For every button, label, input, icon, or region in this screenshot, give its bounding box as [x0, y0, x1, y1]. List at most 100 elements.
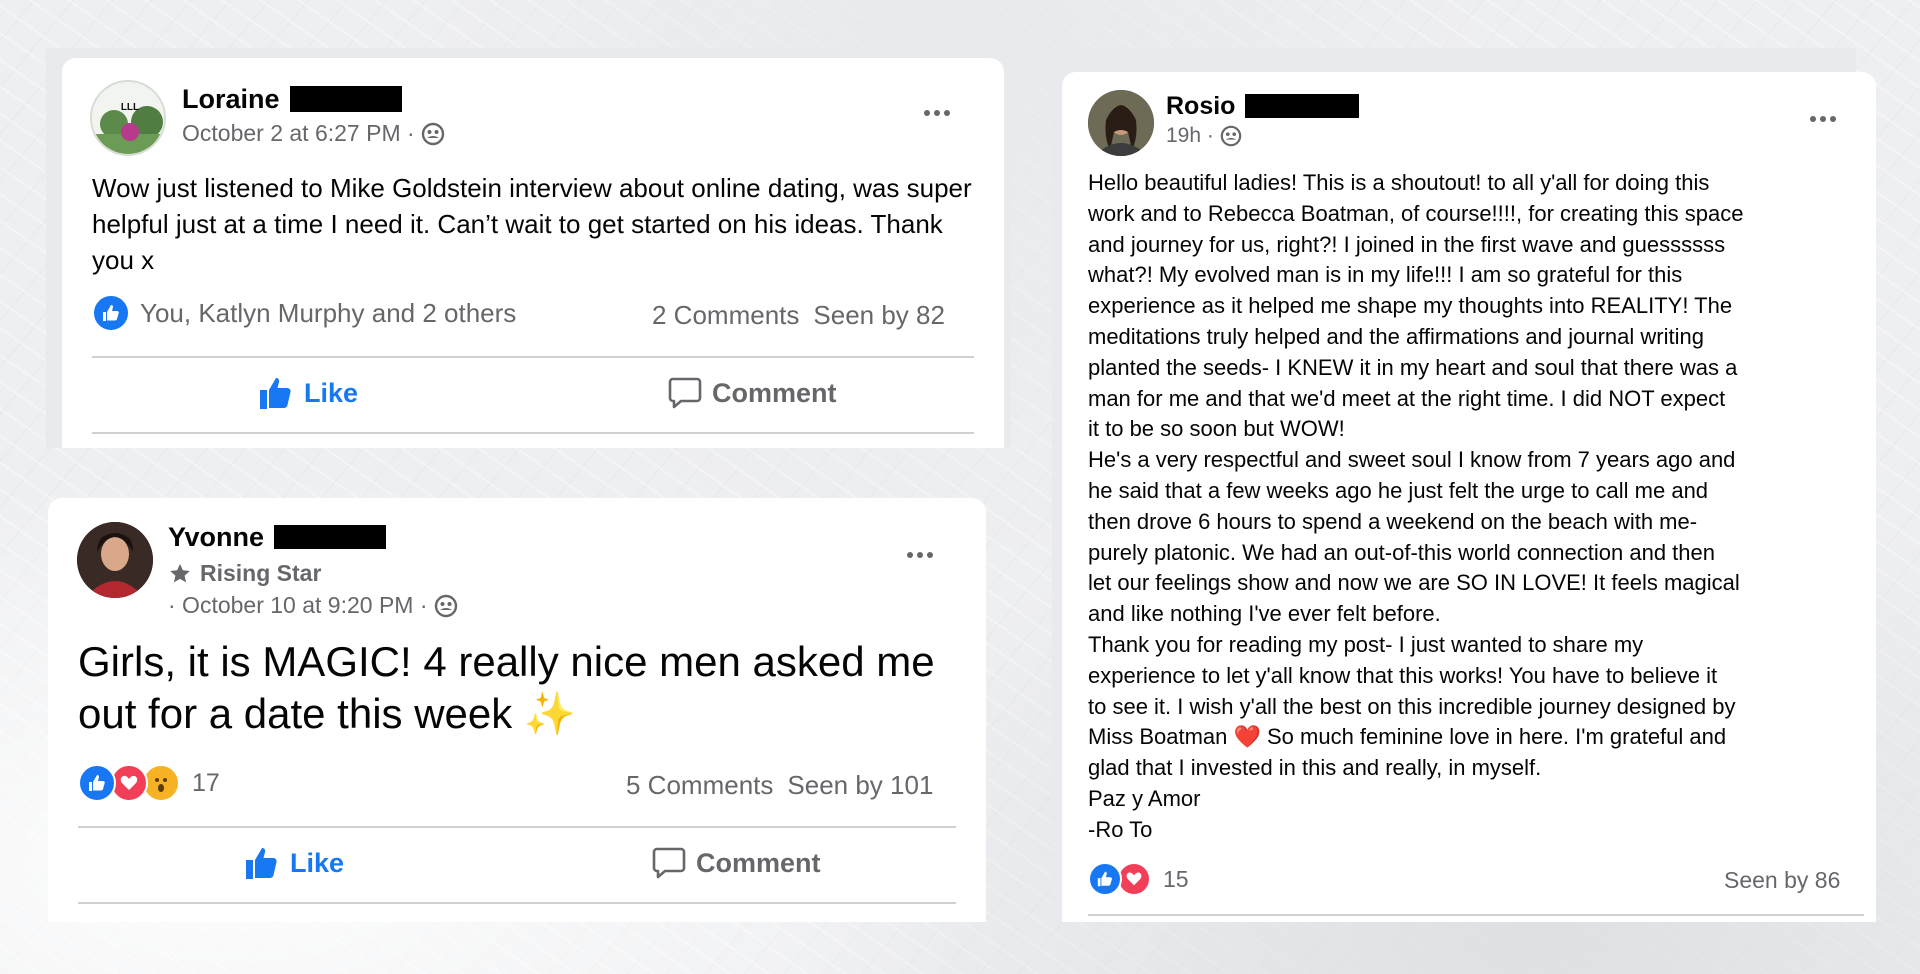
post-body-line: let our feelings show and now we are SO … — [1088, 570, 1740, 596]
post-body-line: -Ro To — [1088, 816, 1153, 842]
reaction-summary[interactable]: 15 — [1088, 862, 1189, 896]
post-card-rosio: Rosio 19h · Hello beautiful ladies! This… — [1062, 72, 1876, 922]
post-stats: 5 Comments Seen by 101 — [626, 770, 933, 801]
comment-count[interactable]: 5 Comments — [626, 770, 773, 801]
post-card-loraine: LLL Loraine October 2 at 6:27 PM · Wow j… — [62, 58, 1004, 448]
comment-bubble-icon — [652, 847, 686, 879]
post-body-line: purely platonic. We had an out-of-this w… — [1088, 539, 1715, 565]
post-body-line: experience as it helped me shape my thou… — [1088, 293, 1733, 319]
post-timestamp[interactable]: · October 10 at 9:20 PM · — [168, 592, 428, 619]
like-button[interactable]: Like — [244, 846, 344, 880]
dot — [907, 552, 913, 558]
reaction-summary[interactable]: You, Katlyn Murphy and 2 others — [92, 294, 516, 332]
post-meta: October 2 at 6:27 PM · — [182, 120, 445, 147]
post-body-line: and like nothing I've ever felt before. — [1088, 601, 1441, 627]
audience-group-icon — [434, 594, 457, 617]
comment-button[interactable]: Comment — [652, 846, 821, 880]
like-label: Like — [304, 377, 359, 408]
like-reaction-icon — [78, 764, 116, 802]
author-row: Loraine — [182, 82, 402, 116]
reaction-count: 15 — [1163, 865, 1189, 892]
redacted-surname — [1245, 94, 1360, 118]
post-body-line: he said that a few weeks ago he just fel… — [1088, 477, 1709, 503]
audience-group-icon — [421, 122, 444, 145]
badge-label: Rising Star — [200, 560, 322, 586]
post-meta: 19h · — [1166, 124, 1242, 148]
post-body-line: work and to Rebecca Boatman, of course!!… — [1088, 200, 1744, 226]
dot — [1820, 116, 1826, 122]
more-options-button[interactable] — [924, 110, 950, 116]
comment-count[interactable]: 2 Comments — [652, 300, 799, 331]
post-body-line: planted the seeds- I KNEW it in my heart… — [1088, 354, 1738, 380]
author-row: Yvonne — [168, 520, 387, 554]
comment-label: Comment — [712, 377, 837, 408]
redacted-surname — [289, 86, 402, 112]
post-body-line: Thank you for reading my post- I just wa… — [1088, 631, 1644, 657]
divider — [1088, 914, 1864, 916]
avatar-photo — [1088, 90, 1154, 156]
avatar-logo-image: LLL — [92, 82, 164, 154]
like-button[interactable]: Like — [258, 376, 358, 410]
author-name[interactable]: Rosio — [1166, 92, 1235, 121]
author-avatar[interactable] — [77, 522, 153, 598]
author-row: Rosio — [1166, 90, 1360, 122]
reaction-count: 17 — [192, 768, 220, 797]
avatar-text-top: LLL — [121, 102, 139, 113]
dot — [1810, 116, 1816, 122]
post-body-line: it to be so soon but WOW! — [1088, 416, 1345, 442]
love-reaction-icon — [1117, 862, 1151, 896]
like-label: Like — [290, 847, 345, 878]
seen-count[interactable]: Seen by 86 — [1724, 867, 1840, 894]
more-options-button[interactable] — [907, 552, 933, 558]
divider — [92, 356, 974, 358]
dot — [934, 110, 940, 116]
post-body-line: He's a very respectful and sweet soul I … — [1088, 447, 1736, 473]
divider — [92, 432, 974, 434]
post-body: Wow just listened to Mike Goldstein inte… — [92, 173, 972, 275]
post-timestamp[interactable]: October 2 at 6:27 PM · — [182, 120, 415, 147]
audience-group-icon — [1220, 125, 1242, 147]
author-name[interactable]: Loraine — [182, 84, 280, 115]
post-body-line: Paz y Amor — [1088, 785, 1201, 811]
reaction-names: You, Katlyn Murphy and 2 others — [140, 297, 517, 328]
post-meta: · October 10 at 9:20 PM · — [168, 592, 458, 619]
author-avatar[interactable] — [1088, 90, 1154, 156]
dot — [927, 552, 933, 558]
post-body-line: and journey for us, right?! I joined in … — [1088, 231, 1726, 257]
post-timestamp[interactable]: 19h · — [1166, 124, 1214, 148]
post-body-line: experience to let y'all know that this w… — [1088, 662, 1718, 688]
comment-label: Comment — [696, 847, 821, 878]
post-stats: Seen by 86 — [1724, 867, 1840, 894]
post-body-line: then drove 6 hours to spend a weekend on… — [1088, 508, 1698, 534]
seen-count[interactable]: Seen by 82 — [813, 300, 945, 331]
divider — [78, 826, 956, 828]
redacted-surname — [274, 525, 387, 549]
post-body-line: Miss Boatman ❤️ So much feminine love in… — [1088, 724, 1727, 750]
comment-bubble-icon — [668, 377, 702, 409]
like-reaction-icon — [1088, 862, 1122, 896]
avatar-photo — [77, 522, 153, 598]
thumbs-up-icon — [260, 378, 291, 409]
dot — [917, 552, 923, 558]
like-reaction-icon — [92, 294, 130, 332]
reaction-summary[interactable]: 17 — [78, 764, 220, 802]
author-avatar[interactable]: LLL — [90, 80, 166, 156]
seen-count[interactable]: Seen by 101 — [787, 770, 933, 801]
post-body-line: meditations truly helped and the affirma… — [1088, 323, 1704, 349]
post-body: Hello beautiful ladies! This is a shouto… — [1088, 168, 1864, 846]
thumbs-up-icon — [246, 848, 277, 879]
dot — [944, 110, 950, 116]
post-card-yvonne: Yvonne Rising Star · October 10 at 9:20 … — [48, 498, 986, 922]
post-body-line: to see it. I wish y'all the best on this… — [1088, 693, 1736, 719]
comment-button[interactable]: Comment — [668, 376, 837, 410]
divider — [78, 902, 956, 904]
more-options-button[interactable] — [1810, 116, 1836, 122]
post-body: Girls, it is MAGIC! 4 really nice men as… — [78, 638, 935, 737]
post-body-line: man for me and that we'd meet at the rig… — [1088, 385, 1726, 411]
dot — [924, 110, 930, 116]
post-stats: 2 Comments Seen by 82 — [652, 300, 945, 331]
dot — [1830, 116, 1836, 122]
post-body-line: what?! My evolved man is in my life!!! I… — [1088, 262, 1683, 288]
author-name[interactable]: Yvonne — [168, 522, 264, 553]
member-badge[interactable]: Rising Star — [168, 560, 321, 587]
